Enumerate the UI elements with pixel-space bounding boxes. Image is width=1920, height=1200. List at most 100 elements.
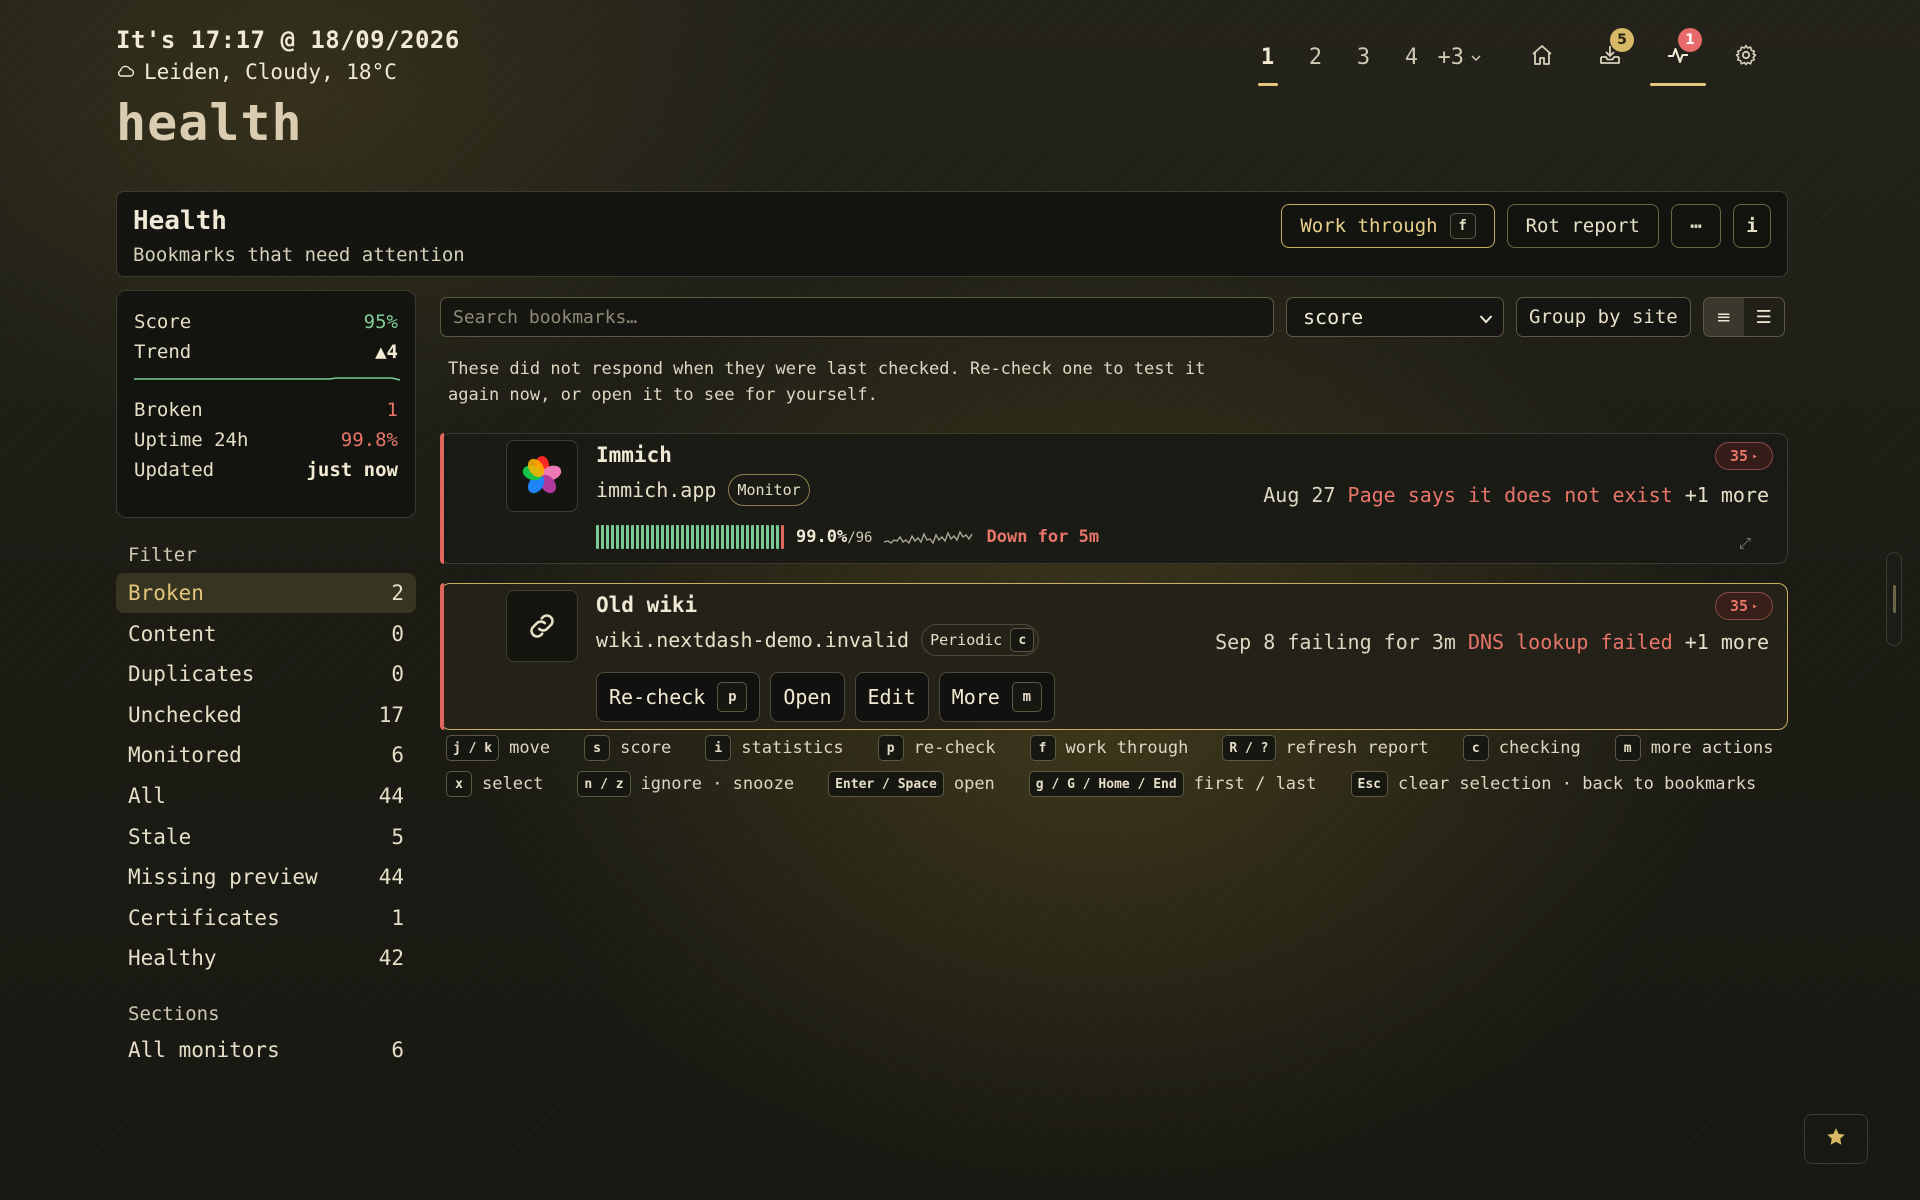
filter-item-count: 44	[378, 783, 404, 808]
recheck-button[interactable]: Re-check p	[596, 672, 761, 722]
filter-item-label: Healthy	[128, 946, 217, 971]
uptime-bar	[781, 525, 784, 549]
filter-item-label: Monitored	[128, 743, 242, 768]
play-icon: ▸	[1752, 600, 1759, 612]
shortcut-label: first / last	[1193, 774, 1317, 794]
filter-item-broken[interactable]: Broken 2	[116, 573, 416, 613]
filter-item-certificates[interactable]: Certificates 1	[116, 898, 416, 938]
score-value: 95%	[363, 311, 398, 333]
uptime-bar	[641, 525, 644, 549]
filter-item-content[interactable]: Content 0	[116, 614, 416, 654]
uptime-bar	[666, 525, 669, 549]
rot-report-button[interactable]: Rot report	[1506, 204, 1659, 248]
page-tab-3[interactable]: 3	[1340, 28, 1388, 86]
card-host-row: immich.app Monitor	[596, 474, 810, 506]
inbox-button[interactable]: 5	[1576, 28, 1644, 86]
weather: Leiden, Cloudy, 18°C	[116, 60, 460, 84]
shortcut-label: re-check	[913, 738, 996, 758]
filter-item-healthy[interactable]: Healthy 42	[116, 938, 416, 978]
filter-item-label: Stale	[128, 824, 192, 849]
score-badge[interactable]: 35 ▸	[1715, 592, 1773, 620]
section-item-all-monitors[interactable]: All monitors 6	[116, 1030, 416, 1070]
filter-item-unchecked[interactable]: Unchecked 17	[116, 695, 416, 735]
shortcut-key: f	[1029, 735, 1056, 761]
panel-subtitle: Bookmarks that need attention	[133, 244, 465, 266]
shortcut-key: g / G / Home / End	[1028, 771, 1184, 797]
shortcut-key: Enter / Space	[828, 771, 944, 797]
link-icon	[506, 590, 578, 662]
compact-view-icon[interactable]: ≡	[1703, 298, 1744, 336]
filter-item-label: Certificates	[128, 905, 280, 930]
filter-item-all[interactable]: All 44	[116, 776, 416, 816]
uptime-bar	[671, 525, 674, 549]
filter-item-count: 0	[391, 662, 404, 687]
shortcut-label: move	[509, 738, 551, 758]
uptime-bar	[741, 525, 744, 549]
shortcut-key: i	[705, 735, 732, 761]
uptime-row: Uptime 24h 99.8%	[134, 425, 398, 455]
sort-select[interactable]: score	[1286, 297, 1504, 337]
view-toggle: ≡ ☰	[1702, 297, 1785, 337]
open-button[interactable]: Open	[770, 672, 845, 722]
broken-label: Broken	[134, 399, 203, 421]
edit-button[interactable]: Edit	[854, 672, 929, 722]
trend-label: Trend	[134, 341, 192, 363]
broken-row: Broken 1	[134, 395, 398, 425]
bookmark-card[interactable]: Immich immich.app Monitor 35 ▸ Aug 27 Pag…	[440, 433, 1788, 564]
uptime-bar	[756, 525, 759, 549]
filter-item-label: Duplicates	[128, 662, 255, 687]
page-tab-1[interactable]: 1	[1244, 28, 1292, 86]
uptime-bar	[596, 525, 599, 549]
more-options-button[interactable]: ⋯	[1671, 204, 1721, 248]
expand-icon[interactable]: ⤢	[1739, 534, 1751, 552]
uptime-bar	[631, 525, 634, 549]
filter-item-stale[interactable]: Stale 5	[116, 817, 416, 857]
more-pages-button[interactable]: +3	[1438, 28, 1483, 86]
shortcut-label: refresh report	[1285, 738, 1429, 758]
uptime-bar	[771, 525, 774, 549]
page-tab-4[interactable]: 4	[1388, 28, 1436, 86]
shortcut-label: work through	[1065, 738, 1189, 758]
more-actions-label: More	[951, 685, 1000, 709]
filter-item-duplicates[interactable]: Duplicates 0	[116, 654, 416, 694]
top-nav: 1 2 3 4 +3 5 1	[1244, 28, 1781, 86]
shortcut-key: j / k	[446, 735, 500, 761]
search-input[interactable]	[440, 297, 1274, 337]
periodic-tag[interactable]: Periodic c	[921, 624, 1040, 656]
work-through-button[interactable]: Work through f	[1281, 204, 1495, 248]
periodic-tag-key: c	[1010, 628, 1035, 652]
group-by-site-button[interactable]: Group by site	[1516, 297, 1691, 337]
uptime-bar	[681, 525, 684, 549]
uptime-bar	[726, 525, 729, 549]
filter-item-missing-preview[interactable]: Missing preview 44	[116, 857, 416, 897]
updated-row: Updated just now	[134, 455, 398, 485]
uptime-bars	[596, 525, 784, 549]
health-button[interactable]: 1	[1644, 28, 1712, 86]
section-item-count: 6	[391, 1038, 404, 1062]
status-more[interactable]: +1 more	[1685, 630, 1769, 654]
favorites-button[interactable]	[1804, 1114, 1868, 1164]
home-button[interactable]	[1508, 28, 1576, 86]
weather-text: Leiden, Cloudy, 18°C	[144, 60, 397, 84]
work-through-label: Work through	[1300, 215, 1438, 237]
sections-list: All monitors 6	[116, 1030, 416, 1071]
score-badge[interactable]: 35 ▸	[1715, 442, 1773, 470]
trend-sparkline	[134, 369, 400, 383]
more-actions-button[interactable]: More m	[938, 672, 1055, 722]
uptime-bar	[611, 525, 614, 549]
clock: It's 17:17 @ 18/09/2026	[116, 26, 460, 54]
filter-item-monitored[interactable]: Monitored 6	[116, 735, 416, 775]
updated-value: just now	[306, 459, 398, 481]
uptime-percent-value: 99.0%	[796, 527, 848, 547]
side-drawer-handle[interactable]	[1886, 552, 1902, 646]
bookmark-card[interactable]: Old wiki wiki.nextdash-demo.invalid Peri…	[440, 583, 1788, 730]
uptime-bar	[746, 525, 749, 549]
filter-item-count: 0	[391, 621, 404, 646]
status-more[interactable]: +1 more	[1685, 483, 1769, 507]
shortcut-key: s	[584, 735, 611, 761]
list-view-icon[interactable]: ☰	[1744, 298, 1784, 336]
health-panel-header: Health Bookmarks that need attention Wor…	[116, 191, 1788, 277]
settings-button[interactable]	[1712, 28, 1780, 86]
page-tab-2[interactable]: 2	[1292, 28, 1340, 86]
info-button[interactable]: i	[1733, 204, 1771, 248]
